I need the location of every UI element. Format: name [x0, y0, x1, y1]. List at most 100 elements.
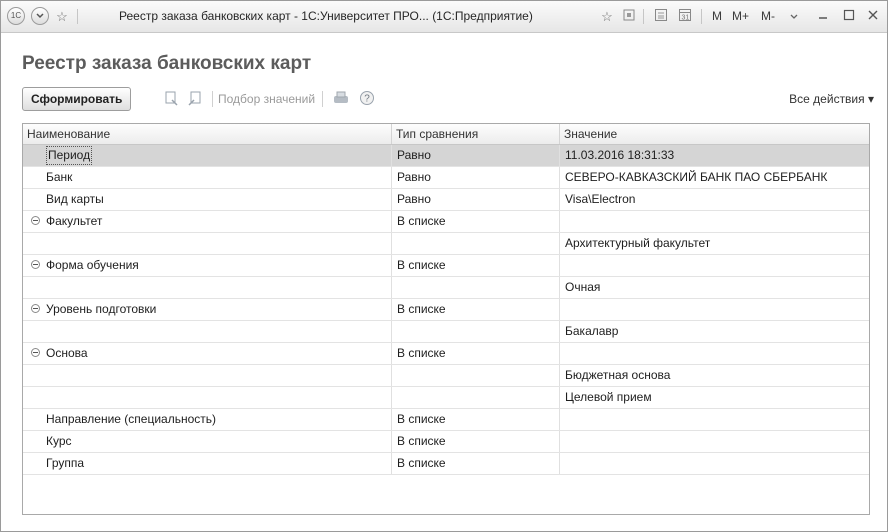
cell-name[interactable]: Период — [23, 145, 392, 166]
row-name-text: Основа — [46, 346, 88, 360]
cell-name[interactable]: Уровень подготовки — [23, 299, 392, 320]
cell-name[interactable]: Форма обучения — [23, 255, 392, 276]
cell-value[interactable]: Архитектурный факультет — [560, 233, 869, 254]
cell-name[interactable]: Факультет — [23, 211, 392, 232]
table-row[interactable]: Факультет В списке — [23, 211, 869, 233]
table-row[interactable]: Целевой прием — [23, 387, 869, 409]
table-row[interactable]: Направление (специальность) В списке — [23, 409, 869, 431]
table-row[interactable]: Уровень подготовки В списке — [23, 299, 869, 321]
cell-name[interactable] — [23, 233, 392, 254]
cell-comparison[interactable]: В списке — [392, 343, 560, 364]
cell-name[interactable] — [23, 277, 392, 298]
cell-comparison[interactable]: Равно — [392, 167, 560, 188]
cell-value[interactable] — [560, 343, 869, 364]
maximize-icon[interactable] — [841, 8, 857, 25]
cell-name[interactable]: Группа — [23, 453, 392, 474]
cell-value[interactable]: Очная — [560, 277, 869, 298]
cell-comparison[interactable]: Равно — [392, 189, 560, 210]
column-header-value[interactable]: Значение — [560, 124, 869, 144]
cell-value[interactable]: Бюджетная основа — [560, 365, 869, 386]
table-row[interactable]: Вид карты Равно Visa\Electron — [23, 189, 869, 211]
report-settings-table[interactable]: Наименование Тип сравнения Значение Пери… — [22, 123, 870, 515]
table-row[interactable]: Группа В списке — [23, 453, 869, 475]
row-name-text: Направление (специальность) — [46, 412, 217, 426]
svg-text:?: ? — [364, 94, 370, 105]
save-settings-icon[interactable] — [162, 90, 180, 108]
cell-comparison[interactable]: Равно — [392, 145, 560, 166]
pick-values-button[interactable]: Подбор значений — [218, 92, 315, 106]
cell-value[interactable] — [560, 409, 869, 430]
cell-value[interactable] — [560, 453, 869, 474]
cell-value[interactable] — [560, 211, 869, 232]
row-name-text: Группа — [46, 456, 85, 470]
window-menu-button[interactable] — [31, 7, 49, 25]
app-logo-icon[interactable]: 1C — [7, 7, 25, 25]
cell-comparison[interactable] — [392, 233, 560, 254]
cell-comparison[interactable]: В списке — [392, 431, 560, 452]
cell-name[interactable]: Направление (специальность) — [23, 409, 392, 430]
cell-comparison[interactable]: В списке — [392, 453, 560, 474]
memory-button[interactable]: M — [712, 9, 722, 23]
table-row[interactable]: Основа В списке — [23, 343, 869, 365]
cell-value[interactable] — [560, 299, 869, 320]
cell-comparison[interactable] — [392, 365, 560, 386]
cell-value[interactable]: Бакалавр — [560, 321, 869, 342]
cell-value[interactable]: Visa\Electron — [560, 189, 869, 210]
printer-glyph-icon — [334, 91, 348, 103]
cell-comparison[interactable] — [392, 387, 560, 408]
table-row[interactable]: Форма обучения В списке — [23, 255, 869, 277]
generate-button[interactable]: Сформировать — [22, 87, 132, 111]
load-settings-glyph-icon — [188, 91, 201, 106]
table-row[interactable]: Курс В списке — [23, 431, 869, 453]
copy-link-icon[interactable] — [621, 8, 637, 25]
column-header-comparison[interactable]: Тип сравнения — [392, 124, 560, 144]
cell-name[interactable]: Банк — [23, 167, 392, 188]
table-row[interactable]: Очная — [23, 277, 869, 299]
column-header-name[interactable]: Наименование — [23, 124, 392, 144]
table-row[interactable]: Бакалавр — [23, 321, 869, 343]
calendar-icon[interactable]: 31 — [677, 8, 693, 25]
memory-plus-button[interactable]: M+ — [732, 9, 749, 23]
minimize-icon[interactable] — [815, 8, 831, 25]
cell-value[interactable] — [560, 255, 869, 276]
favorite-star-icon[interactable]: ☆ — [599, 8, 615, 25]
cell-comparison[interactable]: В списке — [392, 299, 560, 320]
all-actions-menu[interactable]: Все действия ▾ — [789, 92, 874, 106]
table-row[interactable]: Период Равно 11.03.2016 18:31:33 — [23, 145, 869, 167]
table-row[interactable]: Бюджетная основа — [23, 365, 869, 387]
cell-comparison[interactable]: В списке — [392, 255, 560, 276]
chevron-down-icon — [36, 13, 44, 19]
table-row[interactable]: Банк Равно СЕВЕРО-КАВКАЗСКИЙ БАНК ПАО СБЕР… — [23, 167, 869, 189]
close-icon[interactable] — [865, 8, 881, 25]
chevron-down-icon — [790, 14, 798, 19]
cell-name[interactable] — [23, 387, 392, 408]
cell-name[interactable]: Основа — [23, 343, 392, 364]
memory-minus-button[interactable]: M- — [761, 9, 775, 23]
cell-value[interactable]: 11.03.2016 18:31:33 — [560, 145, 869, 166]
table-row[interactable]: Архитектурный факультет — [23, 233, 869, 255]
cell-value[interactable]: Целевой прием — [560, 387, 869, 408]
more-dropdown-icon[interactable] — [787, 8, 801, 25]
cell-name[interactable]: Курс — [23, 431, 392, 452]
cell-name[interactable] — [23, 365, 392, 386]
collapse-group-icon[interactable] — [31, 260, 40, 269]
cell-comparison[interactable]: В списке — [392, 211, 560, 232]
load-settings-icon[interactable] — [186, 90, 204, 108]
cell-comparison[interactable] — [392, 277, 560, 298]
title-bar: 1C ☆ Реестр заказа банковских карт - 1С:… — [1, 1, 887, 33]
cell-value[interactable] — [560, 431, 869, 452]
collapse-group-icon[interactable] — [31, 216, 40, 225]
cell-value[interactable]: СЕВЕРО-КАВКАЗСКИЙ БАНК ПАО СБЕРБАНК — [560, 167, 869, 188]
star-icon[interactable]: ☆ — [54, 8, 70, 25]
cell-comparison[interactable] — [392, 321, 560, 342]
cell-name[interactable]: Вид карты — [23, 189, 392, 210]
print-icon[interactable] — [332, 90, 350, 108]
cell-name[interactable] — [23, 321, 392, 342]
help-icon[interactable]: ? — [358, 90, 376, 108]
collapse-group-icon[interactable] — [31, 348, 40, 357]
calculator-icon[interactable] — [653, 8, 669, 25]
collapse-group-icon[interactable] — [31, 304, 40, 313]
close-glyph-icon — [868, 10, 878, 20]
cell-comparison[interactable]: В списке — [392, 409, 560, 430]
row-name-text: Форма обучения — [46, 258, 139, 272]
